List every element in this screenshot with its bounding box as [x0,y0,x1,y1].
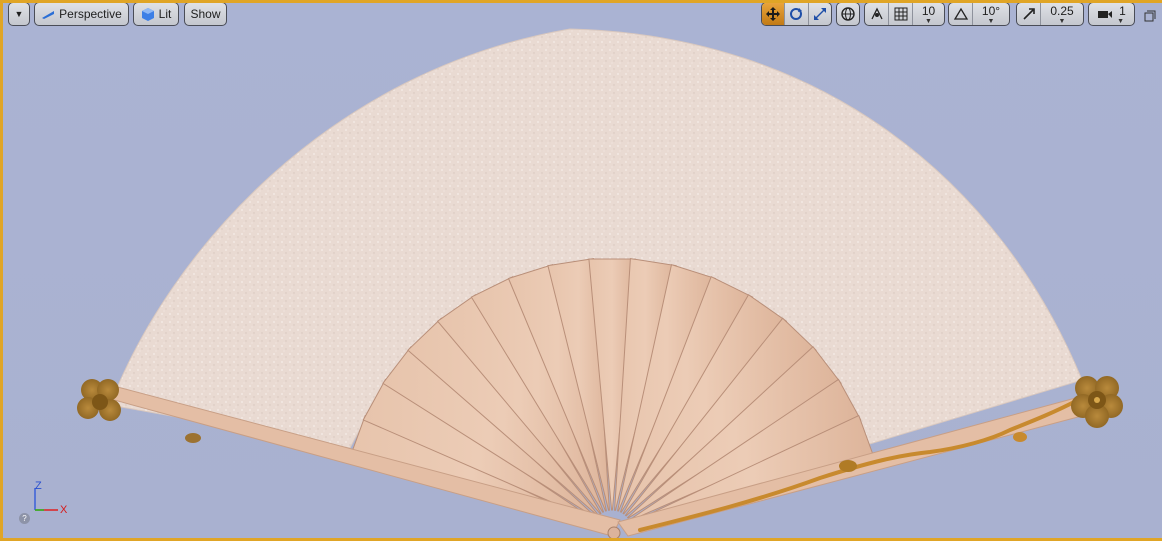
gold-bud [839,460,857,472]
surface-snap-icon [870,7,883,20]
perspective-button[interactable]: Perspective [34,2,129,26]
camera-speed-group: 1 ▼ [1088,2,1135,26]
rotate-tool[interactable] [785,3,809,25]
rotate-icon [790,8,803,20]
pivot-rivet [607,526,621,540]
z-axis-label: Z [35,480,42,492]
world-space-toggle[interactable] [837,3,859,25]
show-button[interactable]: Show [184,2,227,26]
show-label: Show [190,7,221,21]
scale-icon [813,8,826,20]
scale-arrow-icon [1022,8,1035,20]
angle-icon [953,7,968,20]
x-axis-label: X [60,504,68,516]
restore-window-icon [1144,10,1156,22]
chevron-down-icon: ▼ [14,9,24,19]
scale-tool[interactable] [809,3,831,25]
viewport-options-button[interactable]: ▼ [8,2,30,26]
dropdown-caret-icon: ▼ [1117,18,1124,25]
rotation-snap-toggle[interactable] [949,3,973,25]
scale-snap-toggle[interactable] [1017,3,1041,25]
lit-label: Lit [158,7,172,21]
rotation-snap-group: 10° ▼ [948,2,1010,26]
transform-tools-group [761,2,832,26]
dropdown-caret-icon: ▼ [987,18,995,25]
scale-snap-group: 0.25 ▼ [1016,2,1084,26]
left-flower-cap [77,379,121,421]
gold-bud-2 [1013,432,1027,442]
surface-snap-toggle[interactable] [865,3,889,25]
world-local-group [836,2,860,26]
perspective-label: Perspective [59,7,122,21]
scale-snap-value[interactable]: 0.25 ▼ [1041,3,1083,25]
dropdown-caret-icon: ▼ [1058,18,1066,25]
lit-button[interactable]: Lit [133,2,179,26]
grid-snap-value[interactable]: 10 ▼ [913,3,944,25]
dropdown-caret-icon: ▼ [925,18,932,25]
gold-bud-3 [185,433,201,443]
help-label: ? [22,514,27,523]
camera-speed-button[interactable]: 1 ▼ [1089,3,1134,25]
rotation-snap-value[interactable]: 10° ▼ [973,3,1009,25]
grid-snap-group: 10 ▼ [864,2,945,26]
lit-cube-icon [141,8,154,21]
perspective-icon [42,11,55,19]
fan-scene[interactable] [0,0,1162,541]
translate-tool[interactable] [762,3,786,25]
globe-icon [841,7,855,21]
camera-speed-value: 1 [1119,4,1126,18]
grid-snap-value-label: 10 [921,4,936,18]
maximize-viewport-button[interactable] [1144,9,1156,22]
camera-icon [1098,11,1113,18]
grid-snap-toggle[interactable] [889,3,913,25]
move-arrows-icon [766,7,781,21]
scale-snap-value-label: 0.25 [1050,4,1074,18]
grid-icon [894,7,907,21]
right-flower-cap [1071,376,1123,428]
rotation-snap-value-label: 10° [981,4,1001,18]
3d-viewport[interactable]: ▼ Perspective Lit Show 10 ▼ 10° ▼ 0.25 ▼… [0,0,1162,541]
help-icon[interactable]: ? [19,513,30,524]
